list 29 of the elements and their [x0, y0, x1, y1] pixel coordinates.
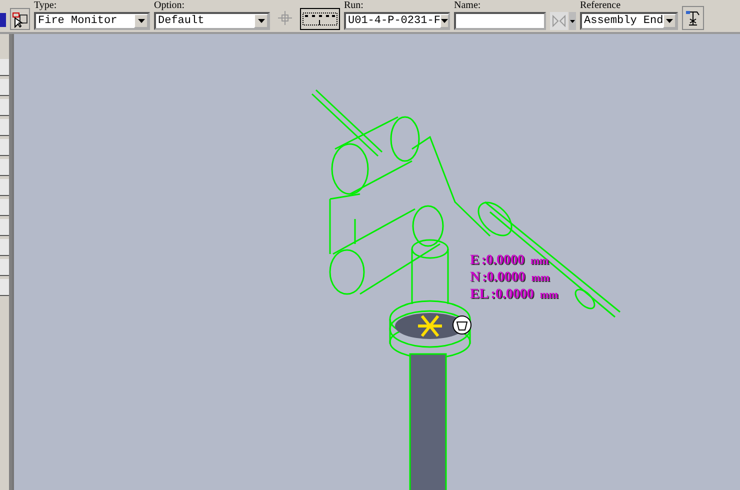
dropdown[interactable]: Default	[154, 12, 270, 30]
coordinate-label: E	[470, 253, 480, 269]
cup-icon	[452, 316, 472, 334]
coordinate-value: :0.0000	[481, 253, 525, 269]
fitting-button-icon[interactable]	[300, 8, 340, 30]
caret-icon	[134, 14, 148, 28]
dropdown[interactable]: Fire Monitor	[34, 12, 150, 30]
connection-point-icon	[416, 314, 444, 338]
field-label: Option:	[154, 0, 186, 12]
coordinate-value: :0.0000	[490, 287, 534, 303]
coordinate-value: :0.0000	[482, 270, 526, 286]
unit-label: mm	[531, 271, 550, 286]
crane-icon[interactable]	[682, 6, 704, 30]
caret-icon	[440, 14, 450, 28]
select-tool-icon[interactable]	[10, 8, 30, 30]
name-input-field[interactable]	[454, 12, 546, 30]
field-label: Reference	[580, 0, 622, 12]
dropdown[interactable]: U01-4-P-0231-F	[344, 12, 450, 30]
toolbar-edge-icon	[0, 13, 6, 27]
coordinate-label: EL	[470, 287, 489, 303]
unit-label: mm	[530, 254, 549, 269]
unit-label: mm	[540, 288, 558, 303]
caret-icon	[663, 14, 676, 28]
dropdown[interactable]: Assembly End	[580, 12, 678, 30]
caret-icon	[254, 14, 268, 28]
field-label: Name:	[454, 0, 482, 12]
coordinate-label: N	[470, 270, 480, 286]
field-label: Run:	[344, 0, 364, 12]
field-label: Type:	[34, 0, 58, 12]
